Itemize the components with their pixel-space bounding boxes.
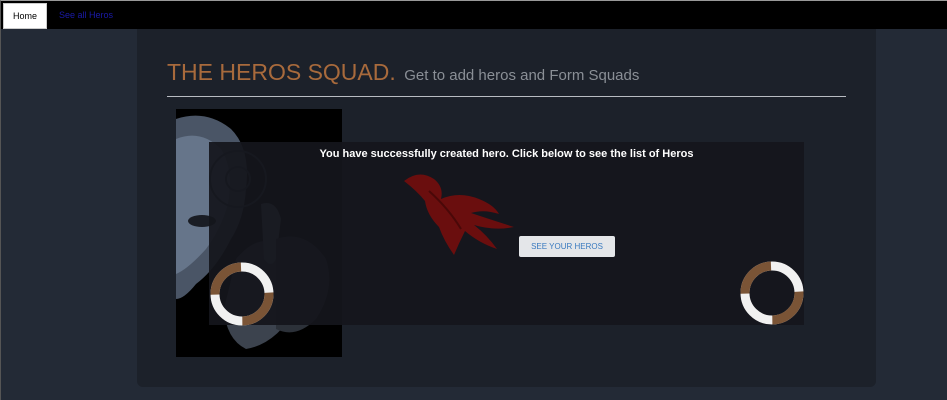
top-nav: Home See all Heros xyxy=(1,1,947,29)
header-divider xyxy=(167,96,846,97)
nav-home-tab[interactable]: Home xyxy=(3,3,47,29)
page-header: THE HEROS SQUAD. Get to add heros and Fo… xyxy=(167,59,639,86)
see-your-heros-button[interactable]: SEE YOUR HEROS xyxy=(519,236,615,257)
phoenix-bird-icon xyxy=(399,169,519,255)
loading-ring-icon xyxy=(209,261,275,327)
page-title: THE HEROS SQUAD. xyxy=(167,59,396,85)
page-subtitle: Get to add heros and Form Squads xyxy=(404,67,640,84)
loading-ring-icon xyxy=(739,260,805,326)
nav-see-all-heros-link[interactable]: See all Heros xyxy=(59,10,113,20)
success-message: You have successfully created hero. Clic… xyxy=(319,148,694,160)
